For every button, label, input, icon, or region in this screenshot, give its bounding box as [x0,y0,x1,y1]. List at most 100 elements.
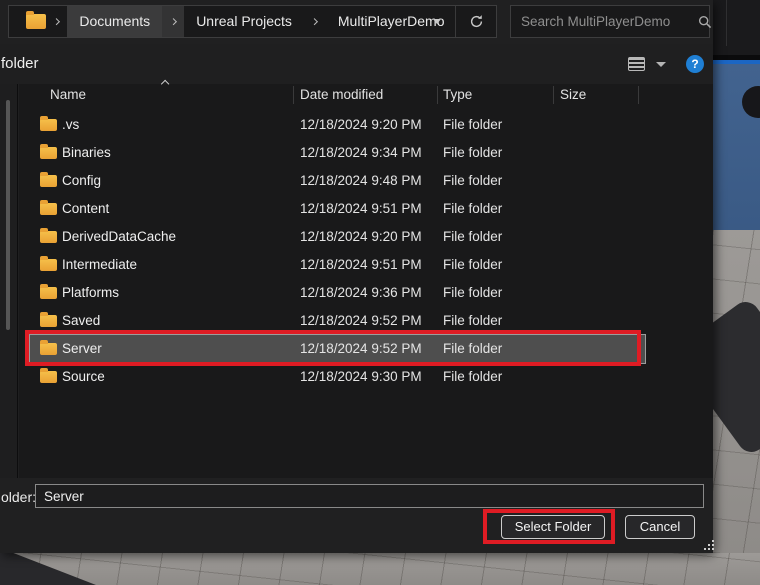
file-name: Binaries [62,145,111,160]
file-name: Platforms [62,285,119,300]
file-date: 12/18/2024 9:34 PM [300,145,422,160]
select-folder-button[interactable]: Select Folder [501,515,605,539]
nav-pane-strip [0,84,18,478]
file-type: File folder [443,229,502,244]
file-type: File folder [443,369,502,384]
column-header-size[interactable]: Size [560,84,586,106]
folder-icon [40,119,57,131]
chevron-right-icon [311,18,319,26]
folder-icon [40,287,57,299]
file-type: File folder [443,285,502,300]
folder-icon [40,175,57,187]
viewport-bottom [0,553,760,585]
background-orb [742,86,760,118]
breadcrumb-documents[interactable]: Documents [67,6,162,37]
folder-icon [40,147,57,159]
file-name: Saved [62,313,100,328]
background-window-edge [726,0,727,46]
select-folder-dialog: Documents Unreal Projects MultiPlayerDem… [0,0,713,553]
table-row[interactable]: .vs 12/18/2024 9:20 PM File folder [30,111,645,139]
search-input[interactable] [511,14,698,29]
resize-grip[interactable] [712,548,714,550]
column-separator[interactable] [553,86,554,104]
dialog-footer: older: Select Folder Cancel [0,478,713,553]
cancel-button[interactable]: Cancel [625,515,695,539]
file-date: 12/18/2024 9:51 PM [300,257,422,272]
file-type: File folder [443,341,502,356]
file-name: DerivedDataCache [62,229,176,244]
folder-icon [40,231,57,243]
file-list: Name Date modified Type Size .vs 12/18/2… [19,84,713,478]
breadcrumb-chevron[interactable] [162,6,184,37]
background-top-right [713,0,760,57]
table-row[interactable]: Config 12/18/2024 9:48 PM File folder [30,167,645,195]
folder-icon [26,14,46,29]
screen: Documents Unreal Projects MultiPlayerDem… [0,0,760,585]
chevron-right-icon [53,18,61,26]
folder-icon [40,371,57,383]
file-type: File folder [443,313,502,328]
toolbar-row: folder ? [0,44,713,84]
refresh-button[interactable] [456,6,496,37]
view-mode-icon[interactable] [628,57,645,71]
file-date: 12/18/2024 9:51 PM [300,201,422,216]
address-bar[interactable]: Documents Unreal Projects MultiPlayerDem… [8,5,497,38]
breadcrumb-chevron[interactable] [304,6,326,37]
column-separator[interactable] [437,86,438,104]
file-date: 12/18/2024 9:20 PM [300,229,422,244]
file-date: 12/18/2024 9:36 PM [300,285,422,300]
nav-scrollbar[interactable] [6,100,10,330]
file-date: 12/18/2024 9:52 PM [300,313,422,328]
view-mode-dropdown-icon[interactable] [656,62,666,67]
search-box [510,5,710,38]
table-row[interactable]: Binaries 12/18/2024 9:34 PM File folder [30,139,645,167]
table-row[interactable]: Saved 12/18/2024 9:52 PM File folder [30,307,645,335]
search-icon[interactable] [698,15,712,29]
file-rows: .vs 12/18/2024 9:20 PM File folder Binar… [30,111,645,391]
file-type: File folder [443,145,502,160]
new-folder-button[interactable]: folder [1,55,39,72]
question-mark-icon: ? [691,57,698,71]
help-button[interactable]: ? [686,55,704,73]
address-dropdown-icon[interactable] [433,19,441,24]
table-row[interactable]: Content 12/18/2024 9:51 PM File folder [30,195,645,223]
column-separator[interactable] [293,86,294,104]
file-date: 12/18/2024 9:30 PM [300,369,422,384]
file-type: File folder [443,173,502,188]
column-separator[interactable] [638,86,639,104]
file-name: Config [62,173,101,188]
file-date: 12/18/2024 9:20 PM [300,117,422,132]
file-date: 12/18/2024 9:52 PM [300,341,422,356]
file-name: Content [62,201,109,216]
file-name: Intermediate [62,257,137,272]
folder-icon [40,203,57,215]
table-row[interactable]: Source 12/18/2024 9:30 PM File folder [30,363,645,391]
background-blue-panel [713,64,760,230]
folder-icon [40,315,57,327]
viewport-right [713,230,760,553]
table-row[interactable]: Intermediate 12/18/2024 9:51 PM File fol… [30,251,645,279]
folder-input-label: older: [1,489,36,505]
file-name: .vs [62,117,79,132]
table-row[interactable]: DerivedDataCache 12/18/2024 9:20 PM File… [30,223,645,251]
column-header-type[interactable]: Type [443,84,472,106]
table-row[interactable]: Platforms 12/18/2024 9:36 PM File folder [30,279,645,307]
chevron-right-icon [169,18,177,26]
file-date: 12/18/2024 9:48 PM [300,173,422,188]
folder-icon [40,259,57,271]
file-type: File folder [443,257,502,272]
column-header-date[interactable]: Date modified [300,84,383,106]
breadcrumb-unreal-projects[interactable]: Unreal Projects [184,6,304,37]
column-header-name[interactable]: Name [50,84,86,106]
address-row: Documents Unreal Projects MultiPlayerDem… [0,0,713,44]
viewport-dark-corner [0,553,96,585]
file-name: Server [62,341,102,356]
viewport-dark-object [713,296,760,457]
folder-name-input[interactable] [35,484,704,508]
table-row-selected[interactable]: Server 12/18/2024 9:52 PM File folder [30,335,645,363]
file-type: File folder [443,117,502,132]
file-name: Source [62,369,105,384]
file-type: File folder [443,201,502,216]
folder-icon [40,343,57,355]
refresh-icon [469,14,484,29]
